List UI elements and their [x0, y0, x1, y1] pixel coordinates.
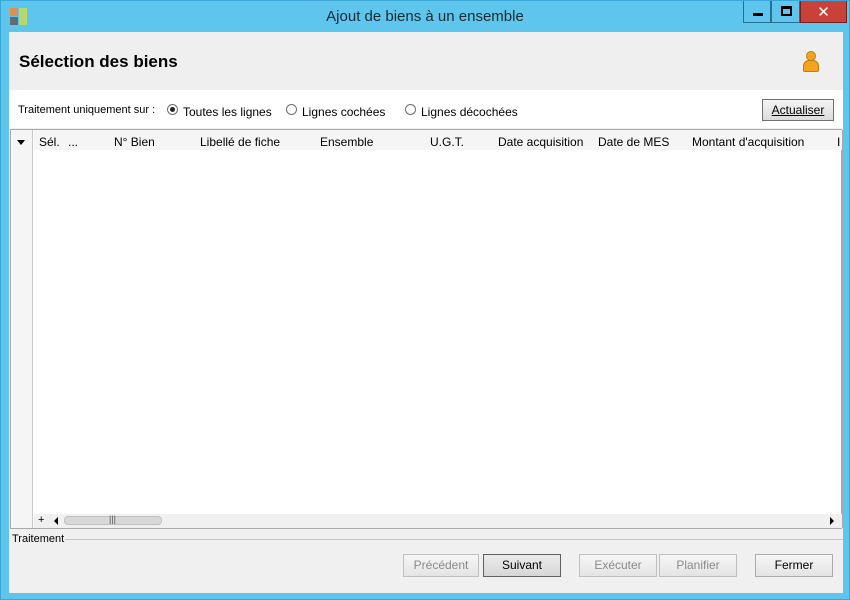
- maximize-icon: [781, 6, 792, 16]
- footer-divider: [65, 539, 843, 540]
- grid-header: Sél. ... N° Bien Libellé de fiche Ensemb…: [34, 130, 842, 150]
- scroll-grip: |||: [109, 514, 117, 524]
- horizontal-scrollbar[interactable]: + |||: [34, 514, 842, 528]
- filter-bar: Traitement uniquement sur : Toutes les l…: [9, 90, 843, 128]
- assets-grid[interactable]: Sél. ... N° Bien Libellé de fiche Ensemb…: [10, 129, 843, 529]
- page-header: Sélection des biens: [9, 32, 843, 90]
- column-header-more[interactable]: ...: [68, 135, 78, 149]
- radio-all-rows-label[interactable]: Toutes les lignes: [183, 105, 272, 119]
- column-header-next[interactable]: I: [837, 135, 840, 149]
- schedule-button[interactable]: Planifier: [659, 554, 737, 577]
- radio-checked-icon[interactable]: [167, 104, 178, 115]
- scroll-left-icon[interactable]: [54, 517, 58, 525]
- page-title: Sélection des biens: [19, 52, 178, 71]
- client-area: Sélection des biens Traitement uniquemen…: [9, 32, 843, 593]
- add-row-icon[interactable]: +: [38, 514, 44, 526]
- title-bar[interactable]: Ajout de biens à un ensemble ✕: [1, 1, 849, 32]
- close-window-button[interactable]: ✕: [800, 1, 847, 23]
- column-header-service-date[interactable]: Date de MES: [598, 135, 669, 149]
- column-header-ugt[interactable]: U.G.T.: [430, 135, 464, 149]
- column-header-select[interactable]: Sél.: [39, 135, 60, 149]
- previous-button[interactable]: Précédent: [403, 554, 479, 577]
- maximize-button[interactable]: [771, 1, 800, 23]
- grid-row-selector[interactable]: [11, 130, 33, 528]
- filter-label: Traitement uniquement sur :: [18, 104, 156, 116]
- close-icon: ✕: [817, 3, 830, 21]
- user-icon[interactable]: [802, 51, 820, 73]
- footer-group-label: Traitement: [12, 533, 65, 545]
- execute-button[interactable]: Exécuter: [579, 554, 657, 577]
- column-header-acquisition-amount[interactable]: Montant d'acquisition: [692, 135, 804, 149]
- scroll-thumb[interactable]: |||: [64, 514, 162, 525]
- column-header-group[interactable]: Ensemble: [320, 135, 373, 149]
- radio-unchecked-icon[interactable]: [405, 104, 416, 115]
- radio-unchecked-rows-label[interactable]: Lignes décochées: [421, 105, 518, 119]
- radio-unchecked-icon[interactable]: [286, 104, 297, 115]
- app-window: Ajout de biens à un ensemble ✕ Sélection…: [0, 0, 850, 600]
- radio-checked-rows-label[interactable]: Lignes cochées: [302, 105, 385, 119]
- column-header-acquisition-date[interactable]: Date acquisition: [498, 135, 583, 149]
- window-title: Ajout de biens à un ensemble: [326, 8, 524, 25]
- scroll-right-icon[interactable]: [830, 517, 834, 525]
- grid-border: [842, 130, 843, 528]
- column-header-label[interactable]: Libellé de fiche: [200, 135, 280, 149]
- next-button[interactable]: Suivant: [483, 554, 561, 577]
- close-button[interactable]: Fermer: [755, 554, 833, 577]
- column-header-asset-number[interactable]: N° Bien: [114, 135, 155, 149]
- minimize-icon: [753, 13, 763, 16]
- refresh-button[interactable]: Actualiser: [762, 99, 834, 121]
- minimize-button[interactable]: [743, 1, 771, 23]
- dropdown-arrow-icon[interactable]: [17, 140, 25, 145]
